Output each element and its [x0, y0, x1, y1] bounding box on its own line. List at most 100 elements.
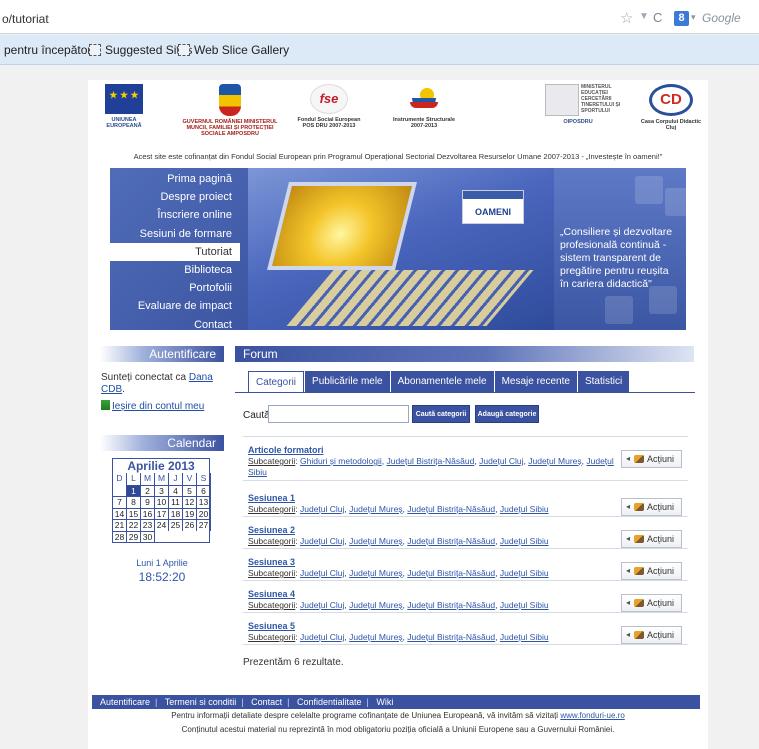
subcategory-link[interactable]: Județul Cluj — [300, 568, 344, 578]
subcategory-link[interactable]: Județul Bistrița-Năsăud — [407, 632, 495, 642]
calendar-day[interactable]: 17 — [155, 507, 169, 519]
dropdown-arrow-icon[interactable]: ▼ — [639, 11, 649, 22]
actions-button[interactable]: ◂ Acțiuni — [621, 498, 682, 516]
category-name-link[interactable]: Articole formatori — [248, 445, 628, 455]
calendar-day[interactable]: 1 — [127, 484, 141, 496]
calendar-day[interactable]: 14 — [113, 507, 127, 519]
subcategory-link[interactable]: Județul Cluj — [479, 456, 523, 466]
actions-button[interactable]: ◂ Acțiuni — [621, 450, 682, 468]
calendar-day[interactable]: 6 — [197, 484, 211, 496]
calendar-day[interactable]: 30 — [141, 530, 155, 542]
footer-link-termeni[interactable]: Termeni si conditii — [165, 697, 237, 707]
calendar-day[interactable]: 16 — [141, 507, 155, 519]
tab-mesaje-recente[interactable]: Mesaje recente — [494, 371, 577, 393]
menu-item-inscriere-online[interactable]: Înscriere online — [110, 206, 240, 224]
calendar-day[interactable]: 15 — [127, 507, 141, 519]
footer-link-contact[interactable]: Contact — [251, 697, 282, 707]
category-name-link[interactable]: Sesiunea 2 — [248, 525, 628, 535]
logout-link[interactable]: Ieșire din contul meu — [101, 400, 204, 412]
tab-publicarile-mele[interactable]: Publicările mele — [305, 371, 390, 393]
subcategory-link[interactable]: Județul Bistrița-Năsăud — [407, 536, 495, 546]
footer-link-confidentialitate[interactable]: Confidentialitate — [297, 697, 362, 707]
calendar-day[interactable]: 8 — [127, 496, 141, 508]
actions-button[interactable]: ◂ Acțiuni — [621, 530, 682, 548]
category-name-link[interactable]: Sesiunea 5 — [248, 621, 628, 631]
calendar-day[interactable]: 28 — [113, 530, 127, 542]
favorite-item[interactable]: pentru începători — [4, 43, 94, 57]
category-name-link[interactable]: Sesiunea 1 — [248, 493, 628, 503]
tab-categorii[interactable]: Categorii — [248, 371, 305, 393]
chevron-down-icon[interactable]: ▾ — [691, 12, 696, 23]
calendar-day[interactable]: 4 — [169, 484, 183, 496]
calendar-day[interactable]: 29 — [127, 530, 141, 542]
menu-item-despre-proiect[interactable]: Despre proiect — [110, 188, 240, 206]
calendar-day[interactable]: 20 — [197, 507, 211, 519]
favorite-item[interactable]: Web Slice Gallery — [178, 43, 289, 57]
tab-abonamentele-mele[interactable]: Abonamentele mele — [390, 371, 494, 393]
calendar-day[interactable]: 9 — [141, 496, 155, 508]
subcategory-link[interactable]: Județul Cluj — [300, 504, 344, 514]
category-name-link[interactable]: Sesiunea 3 — [248, 557, 628, 567]
add-category-button[interactable]: Adaugă categorie — [475, 405, 539, 423]
actions-button[interactable]: ◂ Acțiuni — [621, 594, 682, 612]
calendar-day[interactable]: 24 — [155, 519, 169, 531]
actions-button[interactable]: ◂ Acțiuni — [621, 626, 682, 644]
calendar-day[interactable]: 19 — [183, 507, 197, 519]
subcategory-link[interactable]: Județul Sibiu — [500, 568, 549, 578]
calendar-day[interactable]: 2 — [141, 484, 155, 496]
calendar-day[interactable]: 22 — [127, 519, 141, 531]
subcategory-link[interactable]: Județul Sibiu — [500, 600, 549, 610]
subcategory-link[interactable]: Județul Mureș — [349, 536, 402, 546]
subcategory-link[interactable]: Județul Cluj — [300, 632, 344, 642]
reload-icon[interactable]: C — [653, 10, 662, 25]
subcategory-link[interactable]: Județul Sibiu — [500, 632, 549, 642]
calendar-day[interactable]: 12 — [183, 496, 197, 508]
category-name-link[interactable]: Sesiunea 4 — [248, 589, 628, 599]
calendar-day[interactable]: 11 — [169, 496, 183, 508]
menu-item-contact[interactable]: Contact — [110, 316, 240, 331]
fonduri-ue-link[interactable]: www.fonduri-ue.ro — [560, 711, 624, 720]
calendar-day[interactable]: 5 — [183, 484, 197, 496]
footer-link-wiki[interactable]: Wiki — [376, 697, 393, 707]
footer-link-autentificare[interactable]: Autentificare — [100, 697, 150, 707]
calendar-day[interactable]: 7 — [113, 496, 127, 508]
calendar-day[interactable]: 18 — [169, 507, 183, 519]
actions-button[interactable]: ◂ Acțiuni — [621, 562, 682, 580]
subcategory-link[interactable]: Județul Sibiu — [500, 504, 549, 514]
menu-item-evaluare-de-impact[interactable]: Evaluare de impact — [110, 297, 240, 315]
menu-item-tutoriat[interactable]: Tutoriat — [110, 242, 240, 261]
search-input[interactable] — [268, 405, 409, 423]
star-icon[interactable]: ☆ — [620, 9, 633, 27]
subcategory-link[interactable]: Județul Cluj — [300, 536, 344, 546]
calendar-day[interactable]: 21 — [113, 519, 127, 531]
subcategory-link[interactable]: Județul Mureș — [349, 568, 402, 578]
calendar-day[interactable]: 23 — [141, 519, 155, 531]
subcategory-link[interactable]: Județul Bistrița-Năsăud — [407, 600, 495, 610]
tab-statistici[interactable]: Statistici — [577, 371, 630, 393]
subcategory-link[interactable]: Județul Bistrița-Năsăud — [407, 568, 495, 578]
subcategory-link[interactable]: Județul Bistrița-Năsăud — [386, 456, 474, 466]
search-engine-icon[interactable]: 8 — [674, 11, 689, 26]
subcategory-link[interactable]: Județul Mureș — [349, 600, 402, 610]
subcategory-link[interactable]: Județul Bistrița-Năsăud — [407, 504, 495, 514]
subcategory-link[interactable]: Ghiduri și metodologii — [300, 456, 382, 466]
calendar-day[interactable]: 13 — [197, 496, 211, 508]
menu-item-prima-pagina[interactable]: Prima pagină — [110, 170, 240, 188]
calendar-day[interactable]: 3 — [155, 484, 169, 496]
search-box[interactable]: Google — [702, 11, 741, 25]
menu-item-biblioteca[interactable]: Biblioteca — [110, 261, 240, 279]
calendar-day[interactable]: 27 — [197, 519, 211, 531]
search-categories-button[interactable]: Caută categorii — [412, 405, 470, 423]
subcategory-link[interactable]: Județul Cluj — [300, 600, 344, 610]
subcategory-link[interactable]: Județul Mureș — [528, 456, 581, 466]
url-field[interactable]: o/tutoriat — [2, 12, 49, 26]
menu-item-portofolii[interactable]: Portofolii — [110, 279, 240, 297]
calendar-day[interactable]: 10 — [155, 496, 169, 508]
menu-item-sesiuni-de-formare[interactable]: Sesiuni de formare — [110, 225, 240, 243]
favorite-item[interactable]: Suggested Sites — [89, 43, 192, 57]
calendar-day[interactable]: 26 — [183, 519, 197, 531]
subcategory-link[interactable]: Județul Mureș — [349, 632, 402, 642]
calendar-day[interactable]: 25 — [169, 519, 183, 531]
subcategory-link[interactable]: Județul Mureș — [349, 504, 402, 514]
subcategory-link[interactable]: Județul Sibiu — [500, 536, 549, 546]
